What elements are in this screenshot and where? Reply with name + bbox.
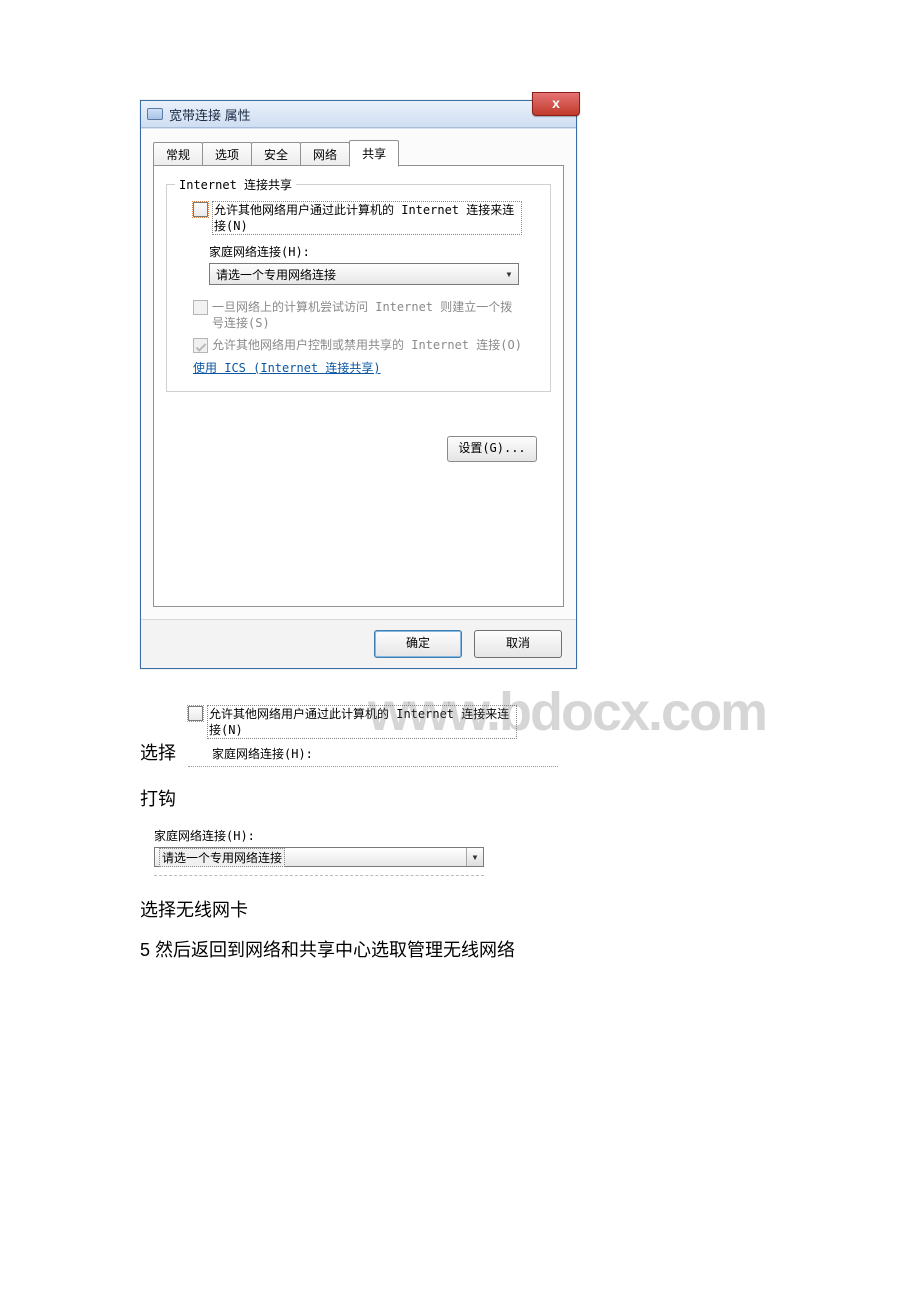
snippet-allow-label: 允许其他网络用户通过此计算机的 Internet 连接来连接(N)	[207, 705, 517, 739]
groupbox-legend: Internet 连接共享	[175, 176, 296, 193]
ics-groupbox: Internet 连接共享 允许其他网络用户通过此计算机的 Internet 连…	[166, 184, 551, 392]
allow-others-checkbox[interactable]	[193, 202, 208, 217]
window-title: 宽带连接 属性	[169, 105, 251, 124]
allow-others-label: 允许其他网络用户通过此计算机的 Internet 连接来连接(N)	[212, 201, 522, 235]
select-wlan-text: 选择无线网卡	[140, 896, 920, 922]
snippet-dropdown-label: 家庭网络连接(H):	[154, 827, 500, 844]
dial-on-demand-checkbox[interactable]	[193, 300, 208, 315]
allow-control-checkbox[interactable]	[193, 338, 208, 353]
dialog-body: 常规 选项 安全 网络 共享 Internet 连接共享 允许其他网络用户通过此…	[141, 128, 576, 619]
titlebar: 宽带连接 属性 x	[141, 101, 576, 128]
tab-strip: 常规 选项 安全 网络 共享	[153, 139, 564, 166]
dialog-button-row: 确定 取消	[141, 619, 576, 668]
check-text: 打钩	[140, 785, 920, 811]
snippet-cut-edge	[154, 875, 484, 882]
snippet-allow-row: 允许其他网络用户通过此计算机的 Internet 连接来连接(N)	[188, 705, 558, 739]
connection-icon	[147, 108, 163, 120]
tab-network[interactable]: 网络	[300, 142, 350, 166]
chevron-down-icon: ▾	[466, 848, 483, 866]
tab-page-sharing: Internet 连接共享 允许其他网络用户通过此计算机的 Internet 连…	[153, 165, 564, 607]
select-label: 选择	[140, 739, 176, 767]
snippet-dropdown-control[interactable]: 请选一个专用网络连接 ▾	[154, 847, 484, 867]
step5-text: 5 然后返回到网络和共享中心选取管理无线网络	[140, 936, 920, 962]
snippet-dropdown-value: 请选一个专用网络连接	[159, 848, 285, 867]
close-button[interactable]: x	[532, 92, 580, 116]
dial-on-demand-row: 一旦网络上的计算机尝试访问 Internet 则建立一个拨号连接(S)	[193, 299, 538, 331]
dropdown-value: 请选一个专用网络连接	[216, 266, 336, 283]
chevron-down-icon: ▾	[500, 267, 518, 281]
snippet-home-label-cut: 家庭网络连接(H):	[212, 745, 558, 762]
cancel-button[interactable]: 取消	[474, 630, 562, 658]
allow-control-row: 允许其他网络用户控制或禁用共享的 Internet 连接(O)	[193, 337, 538, 353]
home-network-label: 家庭网络连接(H):	[209, 243, 538, 260]
ok-button[interactable]: 确定	[374, 630, 462, 658]
properties-dialog: 宽带连接 属性 x 常规 选项 安全 网络 共享 Internet 连接共享 允…	[140, 100, 577, 669]
snippet-dropdown: 家庭网络连接(H): 请选一个专用网络连接 ▾	[140, 827, 500, 882]
tab-general[interactable]: 常规	[153, 142, 203, 166]
tab-security[interactable]: 安全	[251, 142, 301, 166]
ics-help-link[interactable]: 使用 ICS (Internet 连接共享)	[193, 359, 381, 376]
dial-on-demand-label: 一旦网络上的计算机尝试访问 Internet 则建立一个拨号连接(S)	[212, 299, 522, 331]
snippet-allow-checkbox-box[interactable]	[188, 706, 203, 721]
allow-others-row: 允许其他网络用户通过此计算机的 Internet 连接来连接(N)	[193, 201, 538, 235]
settings-button[interactable]: 设置(G)...	[447, 436, 537, 462]
allow-control-label: 允许其他网络用户控制或禁用共享的 Internet 连接(O)	[212, 337, 522, 353]
tab-options[interactable]: 选项	[202, 142, 252, 166]
snippet-allow-checkbox: www.bdocx.com 允许其他网络用户通过此计算机的 Internet 连…	[188, 699, 558, 767]
home-network-dropdown[interactable]: 请选一个专用网络连接 ▾	[209, 263, 519, 285]
select-line: 选择 www.bdocx.com 允许其他网络用户通过此计算机的 Interne…	[140, 699, 920, 767]
tab-sharing[interactable]: 共享	[349, 140, 399, 167]
